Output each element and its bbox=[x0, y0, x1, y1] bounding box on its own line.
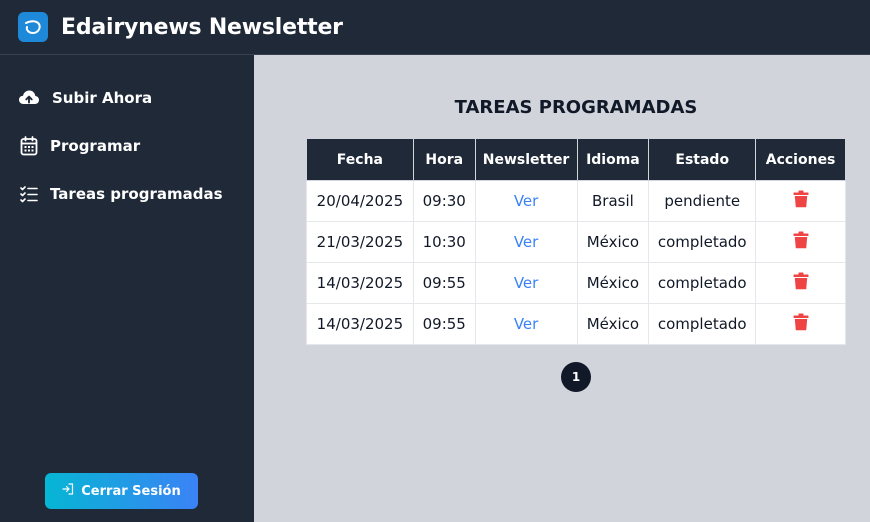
column-header-fecha: Fecha bbox=[306, 138, 414, 181]
sidebar: Subir Ahora Programar Tareas programadas… bbox=[0, 55, 254, 522]
cell-idioma: México bbox=[576, 303, 650, 345]
table-row: 20/04/2025 09:30 Ver Brasil pendiente bbox=[306, 180, 846, 222]
column-header-idioma: Idioma bbox=[576, 138, 650, 181]
sidebar-item-label: Subir Ahora bbox=[52, 89, 153, 107]
cell-hora: 10:30 bbox=[412, 221, 476, 263]
app-logo-icon bbox=[18, 12, 48, 42]
view-newsletter-link[interactable]: Ver bbox=[514, 274, 539, 292]
table-row: 14/03/2025 09:55 Ver México completado bbox=[306, 303, 846, 345]
cell-estado: completado bbox=[648, 303, 757, 345]
table-row: 14/03/2025 09:55 Ver México completado bbox=[306, 262, 846, 304]
app-header: Edairynews Newsletter bbox=[0, 0, 870, 55]
column-header-acciones: Acciones bbox=[755, 138, 846, 181]
cell-fecha: 20/04/2025 bbox=[306, 180, 414, 222]
column-header-newsletter: Newsletter bbox=[474, 138, 578, 181]
view-newsletter-link[interactable]: Ver bbox=[514, 315, 539, 333]
delete-trash-icon[interactable] bbox=[793, 190, 809, 208]
cell-hora: 09:55 bbox=[412, 303, 476, 345]
cell-idioma: México bbox=[576, 221, 650, 263]
app-title: Edairynews Newsletter bbox=[61, 14, 343, 40]
view-newsletter-link[interactable]: Ver bbox=[514, 233, 539, 251]
cell-fecha: 14/03/2025 bbox=[306, 303, 414, 345]
sidebar-item-programar[interactable]: Programar bbox=[18, 134, 140, 158]
column-header-hora: Hora bbox=[412, 138, 476, 181]
cloud-upload-icon bbox=[18, 88, 40, 108]
cell-idioma: Brasil bbox=[576, 180, 650, 222]
logout-icon bbox=[62, 483, 74, 499]
page-title: TAREAS PROGRAMADAS bbox=[454, 97, 698, 118]
sidebar-item-label: Programar bbox=[50, 137, 141, 155]
table-row: 21/03/2025 10:30 Ver México completado bbox=[306, 221, 846, 263]
cell-fecha: 14/03/2025 bbox=[306, 262, 414, 304]
column-header-estado: Estado bbox=[648, 138, 757, 181]
task-list-icon bbox=[18, 184, 40, 204]
view-newsletter-link[interactable]: Ver bbox=[514, 192, 539, 210]
scheduled-tasks-table: Fecha Hora Newsletter Idioma Estado Acci… bbox=[306, 138, 846, 345]
table-header-row: Fecha Hora Newsletter Idioma Estado Acci… bbox=[306, 138, 846, 181]
logout-button[interactable]: Cerrar Sesión bbox=[45, 473, 198, 509]
logout-label: Cerrar Sesión bbox=[81, 483, 181, 499]
main-content: TAREAS PROGRAMADAS Fecha Hora Newsletter… bbox=[254, 55, 870, 522]
cell-estado: completado bbox=[648, 262, 757, 304]
sidebar-item-tareas-programadas[interactable]: Tareas programadas bbox=[18, 182, 223, 206]
delete-trash-icon[interactable] bbox=[793, 231, 809, 249]
delete-trash-icon[interactable] bbox=[793, 313, 809, 331]
delete-trash-icon[interactable] bbox=[793, 272, 809, 290]
cell-estado: completado bbox=[648, 221, 757, 263]
cell-hora: 09:30 bbox=[412, 180, 476, 222]
cell-fecha: 21/03/2025 bbox=[306, 221, 414, 263]
sidebar-item-label: Tareas programadas bbox=[50, 185, 223, 203]
cell-estado: pendiente bbox=[648, 180, 757, 222]
sidebar-item-subir-ahora[interactable]: Subir Ahora bbox=[18, 86, 152, 110]
cell-hora: 09:55 bbox=[412, 262, 476, 304]
calendar-icon bbox=[18, 136, 40, 156]
cell-idioma: México bbox=[576, 262, 650, 304]
pagination-page-button[interactable]: 1 bbox=[561, 362, 591, 392]
